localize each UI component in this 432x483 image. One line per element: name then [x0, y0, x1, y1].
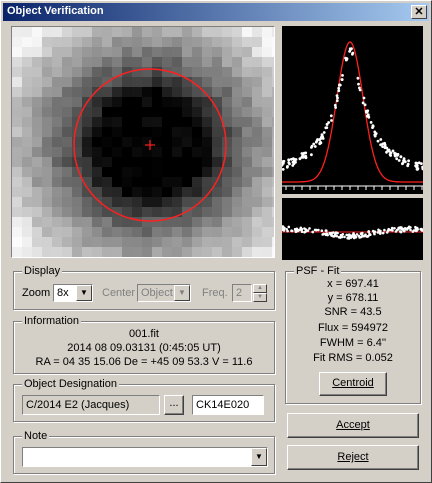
- info-coordinates: RA = 04 35 15.06 De = +45 09 53.3 V = 11…: [35, 356, 253, 368]
- center-select-value: Object: [141, 287, 173, 299]
- accept-button[interactable]: Accept: [287, 413, 419, 438]
- centroid-button-label: Centroid: [332, 377, 374, 389]
- zoom-select[interactable]: 8x ▼: [53, 284, 93, 302]
- psf-data-points: [280, 47, 425, 171]
- information-group-label: Information: [22, 315, 82, 327]
- note-group-label: Note: [22, 430, 50, 442]
- psf-profile-chart: [280, 41, 425, 190]
- object-verification-window: Object Verification ✕ Display Zoom 8x ▼ …: [0, 0, 432, 483]
- zoom-select-value: 8x: [57, 287, 69, 299]
- note-group: Note ▼: [13, 430, 275, 474]
- object-name-value: C/2014 E2 (Jacques): [26, 399, 130, 411]
- psf-y-value: y = 678.11: [327, 292, 379, 304]
- residual-data-points: [280, 225, 425, 240]
- reject-button-label: Reject: [337, 451, 369, 463]
- object-code-value: CK14E020: [196, 399, 250, 411]
- freq-spin-down[interactable]: ▼: [253, 293, 267, 302]
- psf-x-value: x = 697.41: [327, 278, 379, 290]
- psf-fit-group-label: PSF - Fit: [294, 265, 342, 277]
- freq-spin-up[interactable]: ▲: [253, 284, 267, 293]
- info-datetime: 2014 08 09.03131 (0:45:05 UT): [67, 342, 221, 354]
- star-image-view[interactable]: [11, 26, 275, 258]
- centroid-button[interactable]: Centroid: [319, 372, 387, 396]
- freq-input-value: 2: [236, 287, 243, 299]
- display-group-label: Display: [22, 265, 63, 277]
- psf-flux-value: Flux = 594972: [317, 322, 389, 334]
- psf-axis-ticks: [285, 186, 423, 190]
- object-designation-group-label: Object Designation: [22, 378, 119, 390]
- psf-fit-group: PSF - Fit x = 697.41 y = 678.11 SNR = 43…: [285, 265, 421, 404]
- chevron-down-icon[interactable]: ▼: [251, 448, 267, 466]
- object-designation-group: Object Designation C/2014 E2 (Jacques) .…: [13, 378, 275, 422]
- display-group: Display Zoom 8x ▼ Center Object ▼ Freq. …: [13, 265, 275, 310]
- psf-snr-value: SNR = 43.5: [324, 306, 382, 318]
- freq-label: Freq.: [202, 287, 228, 299]
- object-name-field[interactable]: C/2014 E2 (Jacques): [22, 395, 160, 415]
- note-select[interactable]: ▼: [22, 447, 268, 467]
- browse-object-button[interactable]: ...: [164, 395, 184, 415]
- psf-fwhm-value: FWHM = 6.4'': [319, 337, 387, 349]
- chevron-down-icon[interactable]: ▼: [174, 285, 190, 301]
- accept-button-label: Accept: [336, 419, 370, 431]
- zoom-label: Zoom: [22, 287, 51, 299]
- information-group: Information 001.fit 2014 08 09.03131 (0:…: [13, 315, 275, 374]
- psf-residual-chart: [280, 225, 425, 240]
- star-pixels: [12, 27, 274, 257]
- title-bar[interactable]: Object Verification ✕: [3, 3, 429, 21]
- psf-fit-curve: [282, 41, 423, 183]
- center-select[interactable]: Object ▼: [137, 284, 191, 302]
- chevron-down-icon[interactable]: ▼: [76, 285, 92, 301]
- psf-residual-plot: [280, 198, 425, 260]
- close-button[interactable]: ✕: [411, 5, 427, 19]
- star-image: [12, 27, 274, 257]
- object-code-field[interactable]: CK14E020: [192, 395, 264, 415]
- window-title: Object Verification: [7, 5, 104, 17]
- psf-fit-rms-value: Fit RMS = 0.052: [313, 352, 393, 364]
- reject-button[interactable]: Reject: [287, 445, 419, 470]
- center-label: Center: [102, 287, 136, 299]
- freq-input[interactable]: 2: [232, 284, 252, 302]
- info-filename: 001.fit: [129, 328, 159, 340]
- psf-profile-plot: [280, 26, 425, 194]
